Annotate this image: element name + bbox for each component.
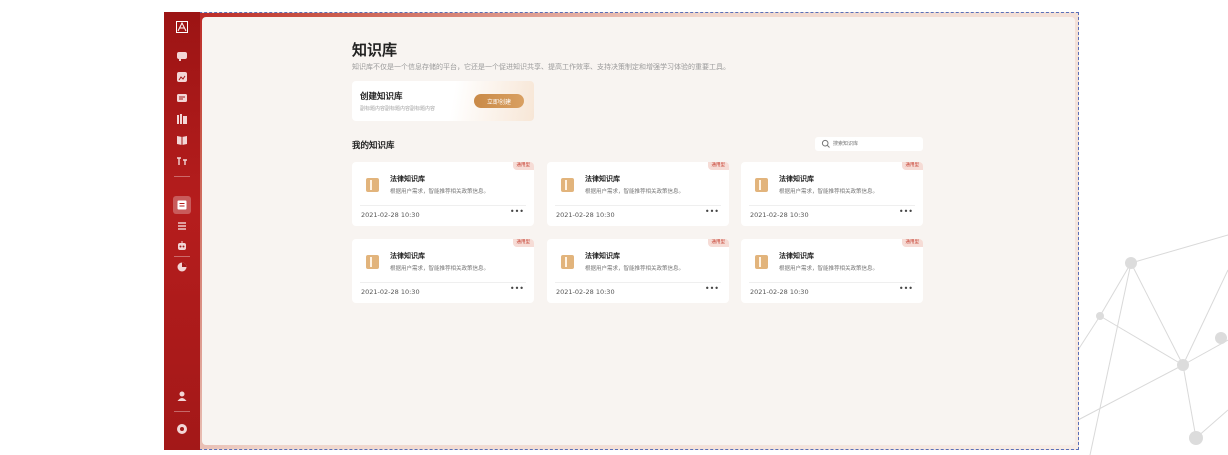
list-icon[interactable] (174, 219, 190, 233)
kb-divider (749, 282, 915, 283)
kb-book-icon (561, 255, 574, 269)
more-options-icon[interactable]: ••• (510, 284, 524, 293)
kb-divider (360, 205, 526, 206)
search-icon (821, 139, 830, 148)
kb-type-badge: 通用型 (707, 239, 729, 247)
chat-icon[interactable] (174, 49, 190, 63)
search-box[interactable] (815, 137, 923, 151)
kb-title: 法律知识库 (390, 175, 425, 183)
kb-date: 2021-02-28 10:30 (361, 211, 420, 219)
kb-date: 2021-02-28 10:30 (556, 211, 615, 219)
search-input[interactable] (833, 138, 919, 150)
more-options-icon[interactable]: ••• (705, 284, 719, 293)
kb-divider (749, 205, 915, 206)
kb-description: 根据用户需求，智能推荐相关政策信息。 (585, 189, 685, 195)
kb-divider (555, 205, 721, 206)
sidebar-divider (174, 411, 190, 412)
knowledge-base-icon[interactable] (174, 198, 190, 212)
kb-divider (360, 282, 526, 283)
user-icon[interactable] (174, 389, 190, 403)
kb-type-badge: 通用型 (512, 162, 534, 170)
more-options-icon[interactable]: ••• (510, 207, 524, 216)
kb-type-badge: 通用型 (901, 162, 923, 170)
message-icon[interactable] (174, 91, 190, 105)
more-options-icon[interactable]: ••• (899, 207, 913, 216)
kb-divider (555, 282, 721, 283)
sidebar (164, 12, 200, 450)
kb-type-badge: 通用型 (901, 239, 923, 247)
kb-description: 根据用户需求，智能推荐相关政策信息。 (390, 189, 490, 195)
kb-book-icon (755, 255, 768, 269)
kb-description: 根据用户需求，智能推荐相关政策信息。 (779, 189, 879, 195)
create-kb-card: 创建知识库 副标题内容副标题内容副标题内容 立即创建 (352, 81, 534, 121)
app-logo-icon[interactable] (174, 20, 190, 34)
kb-book-icon (366, 255, 379, 269)
kb-card[interactable]: 通用型 法律知识库 根据用户需求，智能推荐相关政策信息。 2021-02-28 … (547, 162, 729, 226)
robot-icon[interactable] (174, 239, 190, 253)
create-now-button[interactable]: 立即创建 (474, 94, 524, 108)
kb-date: 2021-02-28 10:30 (750, 288, 809, 296)
kb-type-badge: 通用型 (707, 162, 729, 170)
create-kb-subtitle: 副标题内容副标题内容副标题内容 (360, 106, 436, 112)
kb-date: 2021-02-28 10:30 (556, 288, 615, 296)
kb-description: 根据用户需求，智能推荐相关政策信息。 (585, 266, 685, 272)
create-kb-title: 创建知识库 (360, 92, 403, 102)
main-panel: 知识库 知识库不仅是一个信息存储的平台，它还是一个促进知识共享、提高工作效率、支… (202, 17, 1075, 445)
kb-title: 法律知识库 (585, 252, 620, 260)
settings-icon[interactable] (174, 422, 190, 436)
kb-card[interactable]: 通用型 法律知识库 根据用户需求，智能推荐相关政策信息。 2021-02-28 … (352, 162, 534, 226)
sidebar-divider (174, 176, 190, 177)
screen: 知识库 知识库不仅是一个信息存储的平台，它还是一个促进知识共享、提高工作效率、支… (0, 0, 1228, 455)
sidebar-divider (174, 256, 190, 257)
kb-book-icon (561, 178, 574, 192)
kb-date: 2021-02-28 10:30 (361, 288, 420, 296)
kb-description: 根据用户需求，智能推荐相关政策信息。 (779, 266, 879, 272)
page-title: 知识库 (352, 41, 398, 59)
kb-book-icon (366, 178, 379, 192)
kb-card[interactable]: 通用型 法律知识库 根据用户需求，智能推荐相关政策信息。 2021-02-28 … (741, 239, 923, 303)
kb-description: 根据用户需求，智能推荐相关政策信息。 (390, 266, 490, 272)
image-icon[interactable] (174, 70, 190, 84)
kb-title: 法律知识库 (779, 175, 814, 183)
kb-title: 法律知识库 (779, 252, 814, 260)
text-icon[interactable] (174, 154, 190, 168)
kb-title: 法律知识库 (585, 175, 620, 183)
kb-date: 2021-02-28 10:30 (750, 211, 809, 219)
library-icon[interactable] (174, 112, 190, 126)
kb-card[interactable]: 通用型 法律知识库 根据用户需求，智能推荐相关政策信息。 2021-02-28 … (547, 239, 729, 303)
kb-title: 法律知识库 (390, 252, 425, 260)
more-options-icon[interactable]: ••• (705, 207, 719, 216)
kb-card[interactable]: 通用型 法律知识库 根据用户需求，智能推荐相关政策信息。 2021-02-28 … (352, 239, 534, 303)
more-options-icon[interactable]: ••• (899, 284, 913, 293)
book-icon[interactable] (174, 133, 190, 147)
page-description: 知识库不仅是一个信息存储的平台，它还是一个促进知识共享、提高工作效率、支持决策制… (352, 63, 730, 71)
kb-type-badge: 通用型 (512, 239, 534, 247)
section-title: 我的知识库 (352, 141, 395, 151)
chart-icon[interactable] (174, 260, 190, 274)
kb-card[interactable]: 通用型 法律知识库 根据用户需求，智能推荐相关政策信息。 2021-02-28 … (741, 162, 923, 226)
decorative-network (1078, 234, 1228, 455)
kb-book-icon (755, 178, 768, 192)
